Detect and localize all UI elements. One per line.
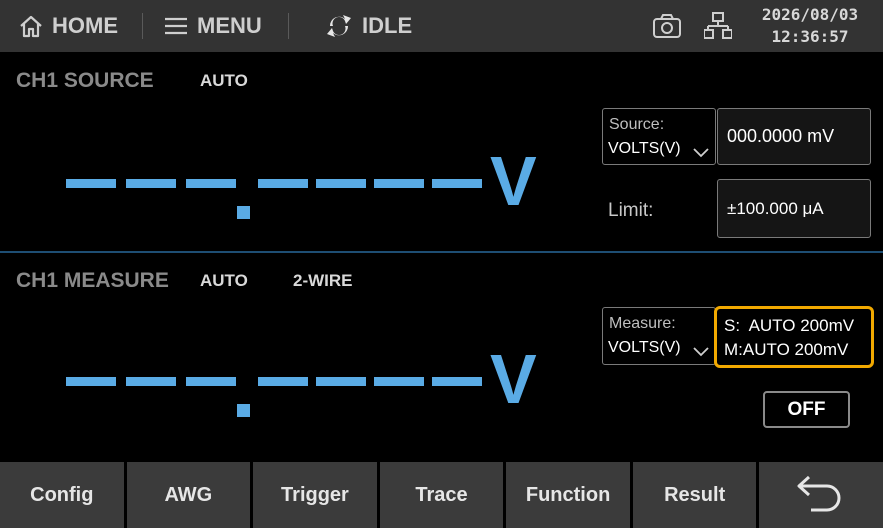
softkey-config[interactable]: Config <box>0 462 124 528</box>
measure-unit: V <box>490 340 537 418</box>
source-readout: V <box>66 146 537 228</box>
readout-dash <box>432 179 482 188</box>
measure-function-label: Measure: <box>609 315 676 332</box>
refresh-icon <box>324 12 354 40</box>
section-divider <box>0 251 883 253</box>
readout-dash <box>374 377 424 386</box>
readout-dash <box>258 179 308 188</box>
network-icon[interactable] <box>703 11 733 46</box>
menu-button[interactable]: MENU <box>163 0 262 52</box>
chevron-down-icon <box>693 145 709 163</box>
source-function-label: Source: <box>609 116 665 133</box>
source-mode: AUTO <box>200 71 248 90</box>
limit-field[interactable]: ±100.000 μA <box>717 179 871 238</box>
softkey-bar: Config AWG Trigger Trace Function Result <box>0 462 883 528</box>
menu-icon <box>163 15 189 37</box>
readout-dash <box>126 377 176 386</box>
source-function-value: VOLTS(V) <box>608 140 681 157</box>
readout-dash <box>258 377 308 386</box>
date: 2026/08/03 <box>761 5 859 24</box>
limit-label: Limit: <box>608 200 654 221</box>
measure-wiring[interactable]: 2-WIRE <box>293 271 353 291</box>
source-range: S: AUTO 200mV <box>724 316 855 335</box>
menu-label: MENU <box>197 13 262 38</box>
softkey-function[interactable]: Function <box>506 462 630 528</box>
output-toggle-button[interactable]: OFF <box>763 391 850 428</box>
chevron-down-icon <box>693 344 709 362</box>
readout-decimal <box>237 404 250 417</box>
separator <box>288 13 289 39</box>
back-button[interactable] <box>759 462 883 528</box>
clock: 2026/08/03 12:36:57 <box>748 4 872 48</box>
back-arrow-icon <box>795 471 847 519</box>
softkey-trigger[interactable]: Trigger <box>253 462 377 528</box>
run-status[interactable]: IDLE <box>324 0 412 52</box>
softkey-result[interactable]: Result <box>632 462 757 528</box>
readout-dash <box>66 179 116 188</box>
measure-readout: V <box>66 344 537 426</box>
measure-function-value: VOLTS(V) <box>608 339 681 356</box>
readout-dash <box>186 179 236 188</box>
home-button[interactable]: HOME <box>18 0 118 52</box>
measure-range: M:AUTO 200mV <box>724 340 849 359</box>
home-icon <box>18 14 44 38</box>
readout-dash <box>316 377 366 386</box>
measure-title: CH1 MEASURE <box>16 269 169 292</box>
readout-dash <box>126 179 176 188</box>
softkey-trace[interactable]: Trace <box>379 462 504 528</box>
readout-dash <box>374 179 424 188</box>
time: 12:36:57 <box>771 27 849 46</box>
softkey-awg[interactable]: AWG <box>126 462 251 528</box>
measure-mode: AUTO <box>200 271 248 290</box>
readout-dash <box>316 179 366 188</box>
source-function-select[interactable]: Source: VOLTS(V) <box>602 108 716 165</box>
source-unit: V <box>490 142 537 220</box>
camera-icon[interactable] <box>652 12 682 45</box>
top-bar: HOME MENU IDLE 2026/08/03 12:36:57 <box>0 0 883 52</box>
source-level-field[interactable]: 000.0000 mV <box>717 108 871 165</box>
separator <box>142 13 143 39</box>
readout-dash <box>66 377 116 386</box>
readout-decimal <box>237 206 250 219</box>
readout-dash <box>186 377 236 386</box>
source-title: CH1 SOURCE <box>16 69 154 92</box>
measure-function-select[interactable]: Measure: VOLTS(V) <box>602 307 716 365</box>
range-display[interactable]: S: AUTO 200mV M:AUTO 200mV <box>714 306 874 368</box>
readout-dash <box>432 377 482 386</box>
home-label: HOME <box>52 13 118 38</box>
status-label: IDLE <box>362 13 413 38</box>
